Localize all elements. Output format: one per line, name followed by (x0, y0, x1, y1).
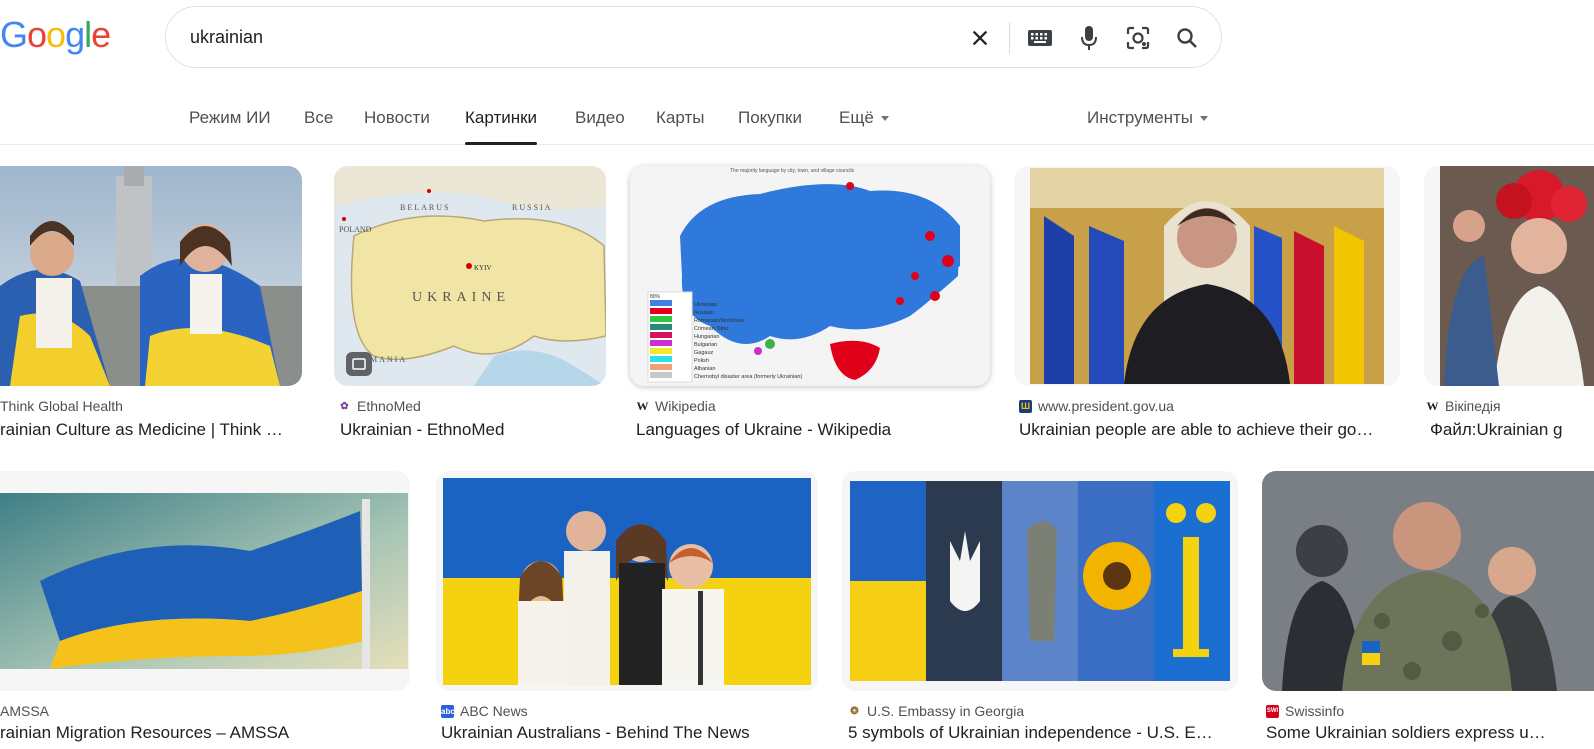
swissinfo-favicon: SWI (1266, 704, 1279, 718)
us-embassy-favicon: ❂ (850, 705, 859, 717)
president-favicon: Ш (1019, 399, 1032, 413)
tab-videos[interactable]: Видео (575, 108, 625, 128)
result-title[interactable]: Ukrainian - EthnoMed (340, 420, 606, 440)
map-label: UKRAINE (412, 290, 510, 305)
result-title[interactable]: Some Ukrainian soldiers express un… (1266, 723, 1554, 743)
source-name: EthnoMed (357, 398, 421, 414)
legend-label: Polish (694, 358, 709, 364)
result-title[interactable]: Файл:Ukrainian g (1430, 420, 1594, 440)
map-label: RUSSIA (512, 203, 552, 212)
tab-all[interactable]: Все (304, 108, 333, 128)
logo-letter: l (84, 14, 92, 55)
map-label: POLAND (339, 225, 372, 234)
result-source[interactable]: abc ABC News (441, 703, 528, 719)
map-label: KYIV (474, 264, 492, 272)
logo-letter: o (27, 14, 47, 55)
google-logo[interactable]: Google (0, 14, 111, 58)
clear-icon[interactable] (966, 24, 994, 52)
result-thumbnail[interactable] (1424, 166, 1594, 386)
tab-maps[interactable]: Карты (656, 108, 704, 128)
tools-button[interactable]: Инструменты (1087, 108, 1209, 128)
source-name: U.S. Embassy in Georgia (867, 703, 1025, 719)
source-name: ABC News (460, 703, 528, 719)
tab-shopping[interactable]: Покупки (738, 108, 802, 128)
result-source[interactable]: AMSSA (0, 703, 49, 719)
chevron-down-icon (880, 116, 889, 122)
source-name: AMSSA (0, 703, 50, 719)
result-title[interactable]: Languages of Ukraine - Wikipedia (636, 420, 990, 440)
result-source[interactable]: W Вікіпедія (1426, 398, 1501, 414)
source-name: Think Global Health (0, 398, 123, 414)
legend-label: Russian (694, 310, 714, 316)
source-name: Wikipedia (655, 398, 716, 414)
logo-letter: e (91, 14, 111, 55)
legend-label: Crimean Tatar (694, 326, 729, 332)
source-name: www.president.gov.ua (1038, 398, 1174, 414)
map-label: MANIA (370, 355, 407, 364)
result-title[interactable]: rainian Culture as Medicine | Think … (0, 420, 300, 440)
result-thumbnail[interactable]: The majority language by city, town, and… (630, 166, 990, 386)
tab-images[interactable]: Картинки (465, 108, 538, 145)
search-icon[interactable] (1173, 24, 1201, 52)
legend-label: Romanian/Moldovan (694, 318, 744, 324)
source-name: Вікіпедія (1445, 398, 1501, 414)
result-title[interactable]: Ukrainian people are able to achieve the… (1019, 420, 1391, 440)
wikipedia-favicon: W (636, 398, 649, 413)
camera-lens-icon[interactable] (1124, 24, 1152, 52)
microphone-icon[interactable] (1075, 24, 1103, 52)
source-name: Swissinfo (1285, 703, 1345, 719)
logo-letter: o (46, 14, 66, 55)
tab-more[interactable]: Ещё (839, 108, 889, 128)
keyboard-icon[interactable] (1026, 24, 1054, 52)
logo-letter: g (65, 14, 85, 55)
tab-more-label: Ещё (839, 108, 874, 127)
result-source[interactable]: ✿ EthnoMed (338, 398, 421, 414)
map-label: BELARUS (400, 203, 450, 212)
search-box (165, 6, 1222, 68)
result-thumbnail[interactable] (1262, 471, 1594, 691)
search-tabs: Режим ИИ Все Новости Картинки Видео Карт… (0, 100, 1594, 145)
ethnomed-favicon: ✿ (340, 400, 349, 412)
chevron-down-icon (1200, 116, 1209, 122)
result-source[interactable]: Ш www.president.gov.ua (1019, 398, 1174, 414)
legend-label: Chernobyl disaster area (formerly Ukrain… (694, 374, 802, 380)
logo-letter: G (0, 14, 28, 55)
result-thumbnail[interactable] (0, 471, 410, 691)
result-thumbnail[interactable] (842, 471, 1238, 691)
result-source[interactable]: ❂ U.S. Embassy in Georgia (848, 703, 1024, 719)
legend-label: Hungarian (694, 334, 719, 340)
result-thumbnail[interactable] (436, 471, 818, 691)
legend-label: Ukrainian (694, 302, 717, 308)
result-title[interactable]: Ukrainian Australians - Behind The News (441, 723, 817, 743)
abc-news-favicon: abc (441, 704, 455, 718)
tools-label: Инструменты (1087, 108, 1194, 127)
result-thumbnail[interactable] (1014, 166, 1400, 386)
search-divider (1009, 22, 1010, 54)
result-thumbnail[interactable] (0, 166, 302, 386)
result-title[interactable]: rainian Migration Resources – AMSSA (0, 723, 408, 743)
legend-label: Gagauz (694, 350, 714, 356)
result-source[interactable]: SWI Swissinfo (1266, 703, 1344, 719)
tab-news[interactable]: Новости (364, 108, 430, 128)
result-title[interactable]: 5 symbols of Ukrainian independence - U.… (848, 723, 1218, 743)
map-header: The majority language by city, town, and… (730, 168, 855, 174)
search-input[interactable] (190, 23, 950, 51)
result-source[interactable]: Think Global Health (0, 398, 123, 414)
wikipedia-favicon: W (1426, 398, 1439, 413)
legend-label: Albanian (694, 366, 715, 372)
result-thumbnail[interactable]: BELARUS RUSSIA POLAND KYIV UKRAINE MANIA (334, 166, 606, 386)
legend-label: Bulgarian (694, 342, 717, 348)
result-source[interactable]: W Wikipedia (636, 398, 716, 414)
tab-ai-mode[interactable]: Режим ИИ (189, 108, 271, 128)
legend-caption: 80% (650, 294, 661, 300)
